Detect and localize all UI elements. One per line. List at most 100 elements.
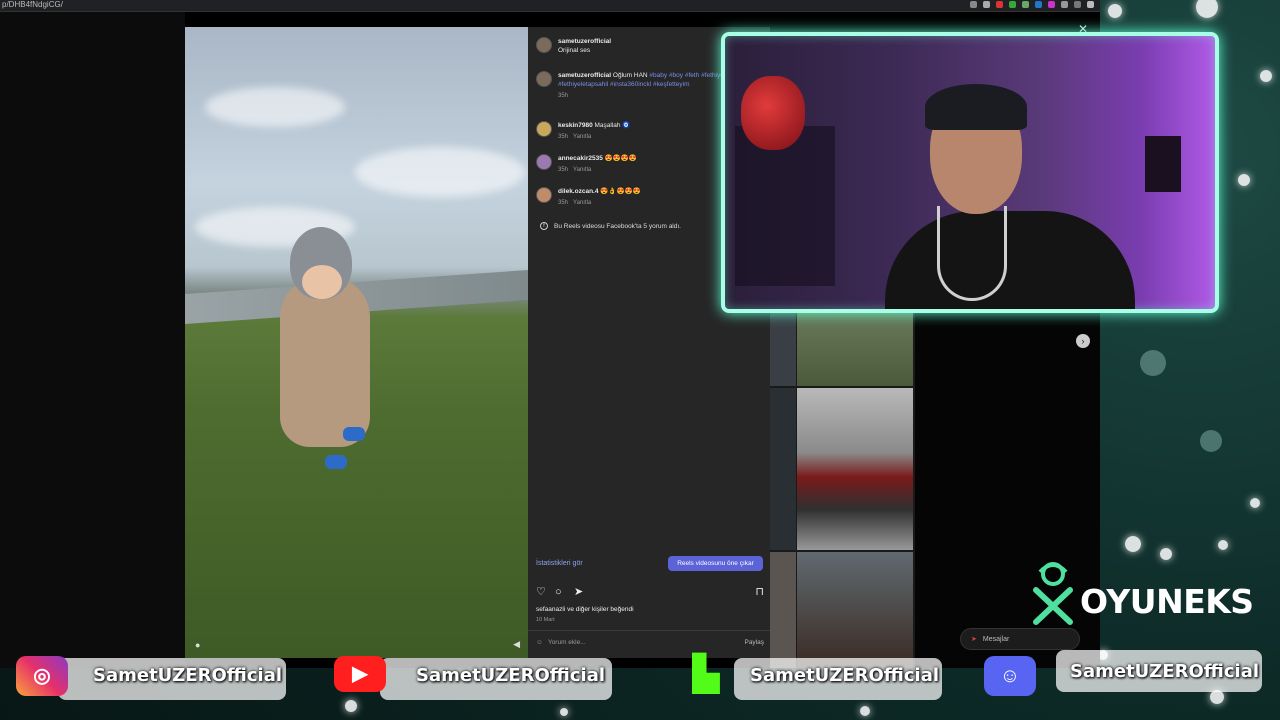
comment-input[interactable]: Yorum ekle... (548, 639, 586, 646)
star-icon[interactable] (983, 1, 990, 8)
webcam-overlay (721, 32, 1219, 313)
view-insights-link[interactable]: İstatistikleri gör (536, 560, 583, 567)
discord-handle: SametUZEROfficial (1070, 661, 1260, 682)
child-boot (325, 455, 347, 469)
oyuneks-logo: OYUNEKS (1030, 560, 1270, 630)
instagram-icon: ◎ (16, 656, 68, 696)
bokeh-dot (860, 706, 870, 716)
likes-summary[interactable]: sefaanazli ve diğer kişiler beğendi (536, 606, 634, 613)
bokeh-dot (1250, 498, 1260, 508)
next-post-arrow-icon[interactable]: › (1076, 334, 1090, 348)
bokeh-dot (1200, 430, 1222, 452)
bokeh-dot (1218, 540, 1228, 550)
avatar[interactable] (536, 154, 552, 170)
browser-toolbar: p/DHB4fNdgiCG/ (0, 0, 1100, 12)
bokeh-dot (1108, 4, 1122, 18)
post-actions: ♡ ○ ➤ ⊓ (536, 586, 764, 600)
avatar[interactable] (536, 187, 552, 203)
logo-mascot-icon (1033, 562, 1073, 625)
extension-icon[interactable] (1022, 1, 1029, 8)
bokeh-dot (1140, 350, 1166, 376)
bokeh-dot (560, 708, 568, 716)
child-figure (280, 277, 370, 447)
post-thumbnail[interactable] (770, 388, 796, 550)
extension-icon[interactable] (1048, 1, 1055, 8)
profile-icon[interactable] (1074, 1, 1081, 8)
comment-time: 35h (558, 134, 569, 140)
extension-icons (970, 1, 1094, 8)
cloud (205, 87, 345, 127)
cloud (355, 147, 525, 197)
comment-text: Maşallah 🧿 (594, 122, 631, 129)
avatar[interactable] (536, 121, 552, 137)
comment-time: 35h (558, 167, 569, 173)
post-author[interactable]: sametuzerofficial (558, 37, 611, 46)
page-backdrop (0, 12, 185, 668)
address-bar[interactable]: p/DHB4fNdgiCG/ (2, 0, 63, 10)
extension-icon[interactable] (1035, 1, 1042, 8)
emoji-icon[interactable]: ☺ (536, 639, 543, 646)
audio-label[interactable]: Orijinal ses (558, 46, 611, 55)
kick-icon: ▙ (692, 655, 720, 693)
bookmark-icon[interactable]: ⊓ (755, 586, 764, 598)
reel-video[interactable]: ● ◀ (185, 27, 528, 658)
post-date: 10 Mart (536, 617, 555, 623)
shelf (735, 126, 835, 286)
caption-text: Oğlum HAN (612, 72, 648, 79)
logo-text: OYUNEKS (1080, 582, 1254, 621)
heart-icon[interactable]: ♡ (536, 586, 546, 598)
menu-dots-icon[interactable] (1087, 1, 1094, 8)
boost-reel-button[interactable]: Reels videosunu öne çıkar (668, 556, 763, 571)
kick-handle: SametUZEROfficial (750, 665, 940, 686)
extension-icon[interactable] (996, 1, 1003, 8)
bokeh-dot (1238, 174, 1250, 186)
puzzle-icon[interactable] (1061, 1, 1068, 8)
comment-text: 😍👌😍😍😍 (600, 188, 641, 195)
streamer-cap (925, 84, 1027, 130)
avatar[interactable] (536, 37, 552, 53)
cast-icon[interactable] (970, 1, 977, 8)
messages-button[interactable]: ➤ Mesajlar (960, 628, 1080, 650)
extension-icon[interactable] (1009, 1, 1016, 8)
instagram-handle: SametUZEROfficial (93, 665, 283, 686)
bokeh-dot (1160, 548, 1172, 560)
streamer-body (885, 211, 1135, 309)
child-face (302, 265, 342, 299)
bokeh-dot (345, 700, 357, 712)
comment-text: 😍😍😍😍 (604, 155, 637, 162)
send-icon: ➤ (971, 636, 977, 643)
comment-user[interactable]: annecakir2535 (558, 155, 603, 162)
mute-icon[interactable]: ◀ (513, 639, 520, 650)
youtube-icon: ▶ (334, 656, 386, 692)
reply-link[interactable]: Yanıtla (573, 200, 591, 206)
post-comment-button[interactable]: Paylaş (744, 639, 764, 646)
streamer-chain (937, 206, 1007, 301)
bokeh-dot (1196, 0, 1218, 18)
reply-link[interactable]: Yanıtla (573, 134, 591, 140)
post-thumbnail[interactable] (770, 310, 796, 386)
bokeh-dot (1260, 70, 1272, 82)
related-posts-grid (770, 310, 915, 668)
facebook-icon: f (540, 222, 548, 230)
caption-user[interactable]: sametuzerofficial (558, 72, 611, 79)
post-thumbnail[interactable] (797, 310, 913, 386)
facebook-note-text: Bu Reels videosu Facebook'ta 5 yorum ald… (554, 222, 681, 230)
spiderman-helmet (741, 76, 805, 150)
comment-user[interactable]: keskin7980 (558, 122, 593, 129)
comment-time: 35h (558, 200, 569, 206)
stream-scene: p/DHB4fNdgiCG/ ● ◀ sametuzerofficial Ori… (0, 0, 1280, 720)
messages-label: Mesajlar (982, 635, 1010, 643)
social-links-bar: ◎ SametUZEROfficial ▶ SametUZEROfficial … (0, 650, 1280, 700)
discord-icon: ☺ (984, 656, 1036, 696)
youtube-handle: SametUZEROfficial (416, 665, 606, 686)
divider (528, 630, 770, 631)
share-icon[interactable]: ➤ (574, 586, 583, 598)
facebook-note: f Bu Reels videosu Facebook'ta 5 yorum a… (540, 222, 681, 230)
reply-link[interactable]: Yanıtla (573, 167, 591, 173)
wall-decor (1145, 136, 1181, 192)
user-tag-icon[interactable]: ● (195, 640, 200, 650)
avatar[interactable] (536, 71, 552, 87)
post-thumbnail[interactable] (797, 388, 913, 550)
comment-user[interactable]: dilek.ozcan.4 (558, 188, 598, 195)
comment-icon[interactable]: ○ (555, 586, 562, 598)
